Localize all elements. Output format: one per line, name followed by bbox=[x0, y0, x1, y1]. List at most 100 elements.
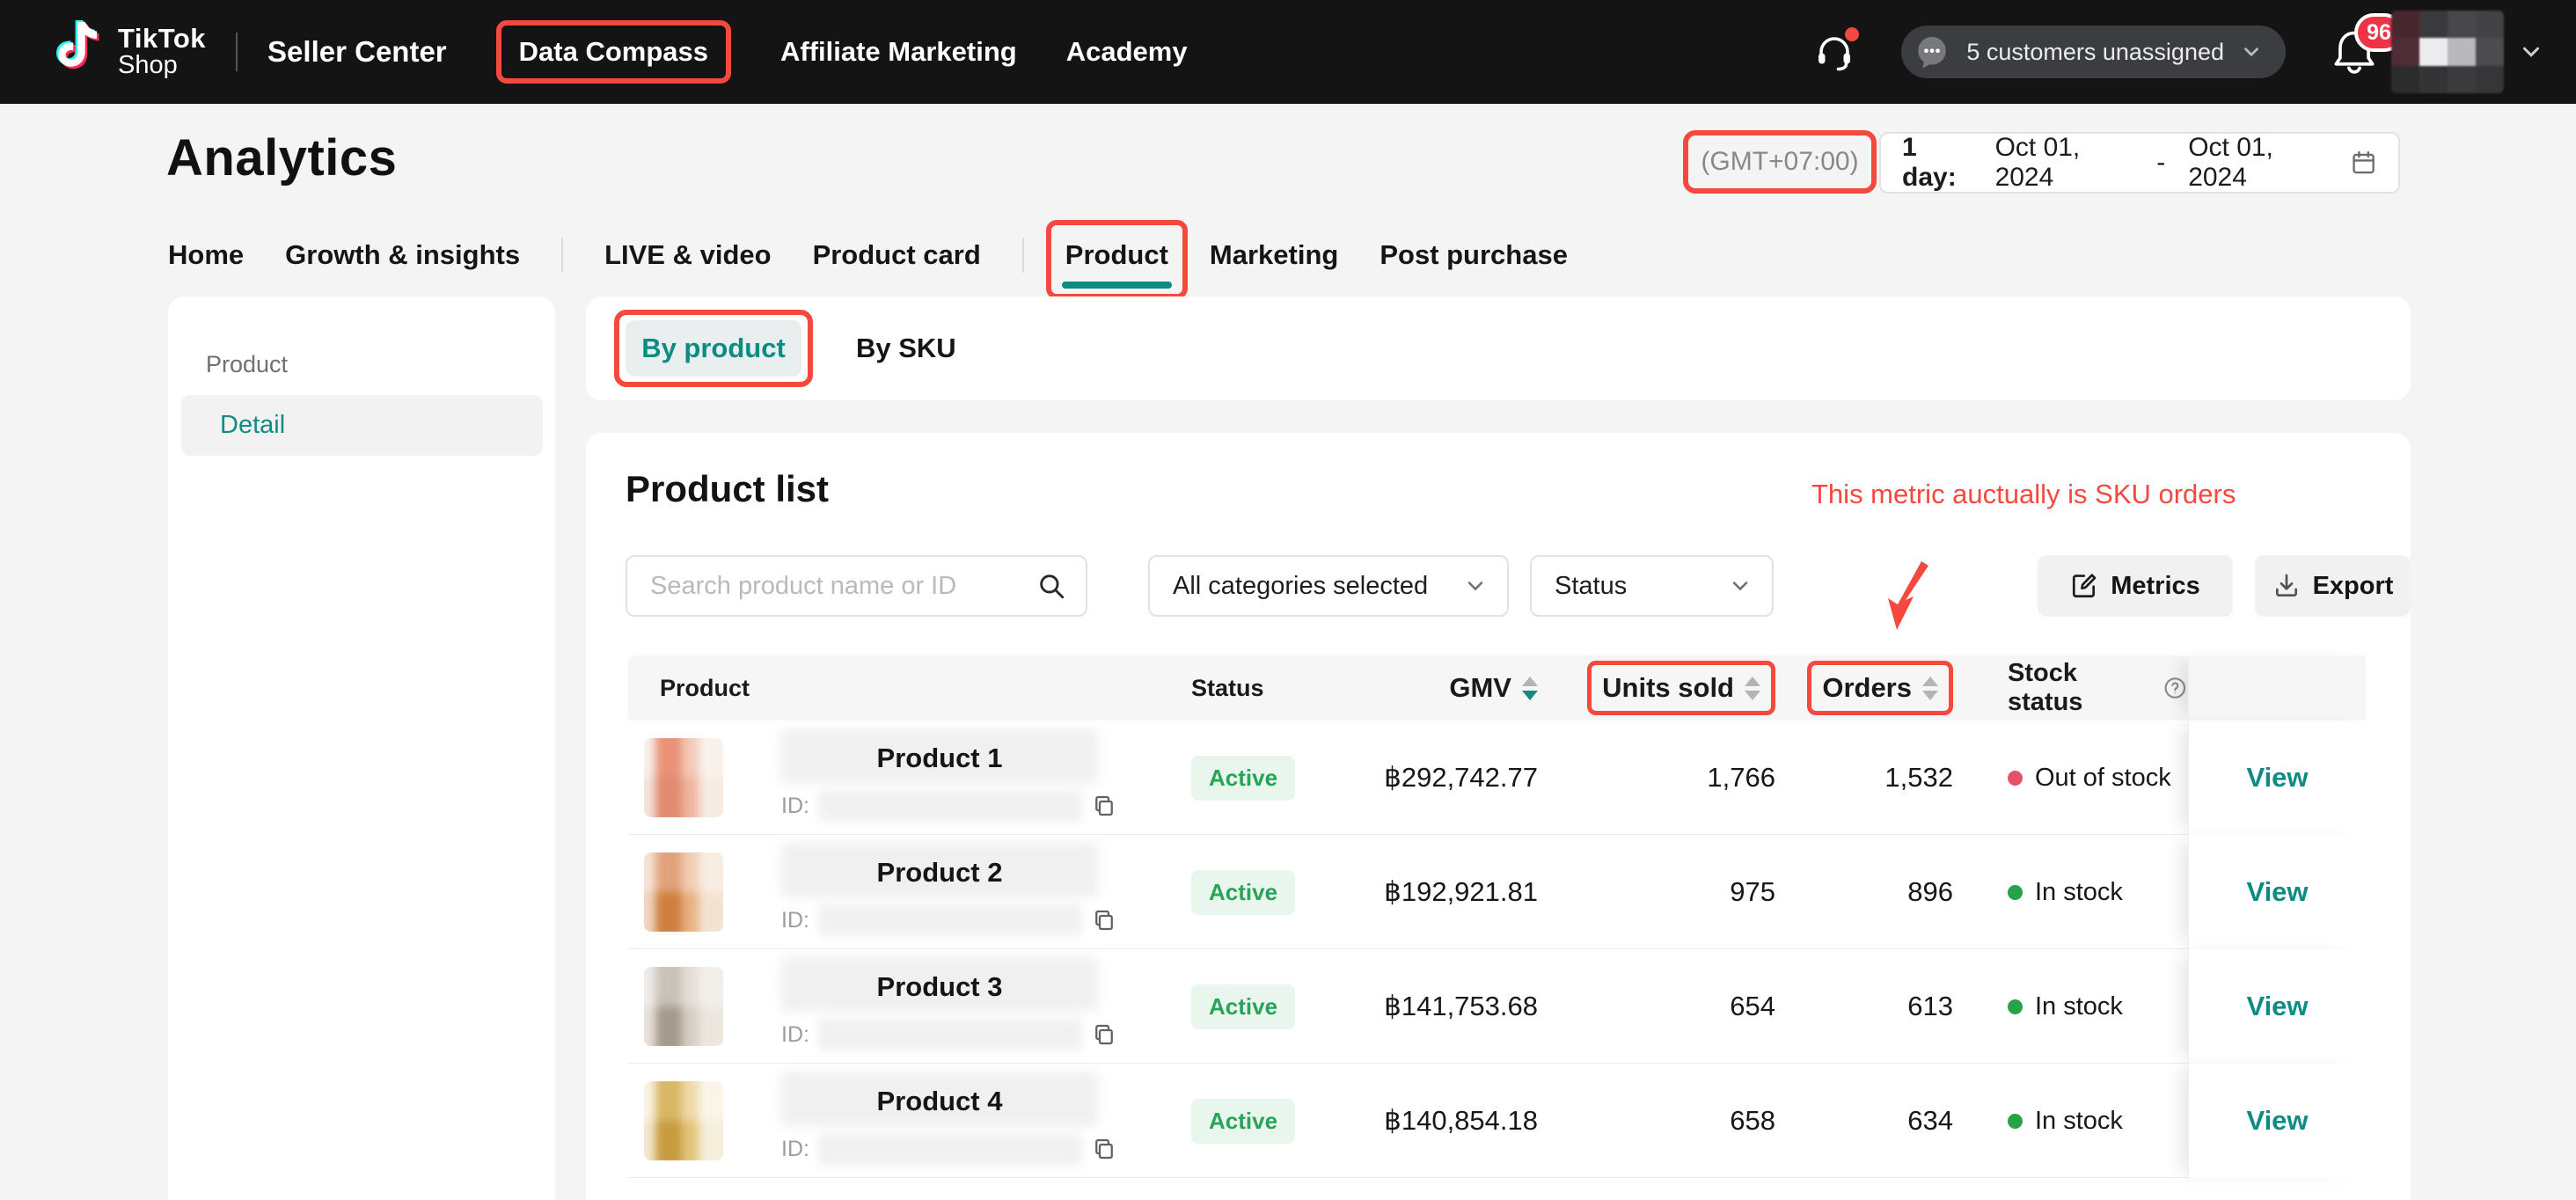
sidebar-item-detail[interactable]: Detail bbox=[181, 395, 543, 456]
status-filter-dropdown[interactable]: Status bbox=[1530, 555, 1774, 617]
gmv-value: ฿141,753.68 bbox=[1297, 991, 1543, 1022]
category-filter-value: All categories selected bbox=[1173, 572, 1428, 601]
account-chevron-down-icon[interactable] bbox=[2518, 39, 2544, 65]
view-link[interactable]: View bbox=[2246, 991, 2308, 1022]
sort-icon-units bbox=[1745, 677, 1760, 700]
col-status: Status bbox=[1191, 675, 1297, 702]
export-button[interactable]: Export bbox=[2255, 555, 2411, 617]
tab-product-card[interactable]: Product card bbox=[813, 234, 981, 276]
download-icon bbox=[2272, 572, 2301, 600]
page: TikTok Shop Seller Center Data Compass A… bbox=[0, 0, 2576, 1200]
orders-annotation-box: Orders bbox=[1807, 661, 1953, 715]
search-box[interactable] bbox=[626, 555, 1087, 617]
product-cell: Product 2 ID: bbox=[628, 848, 1191, 936]
col-orders-label: Orders bbox=[1822, 672, 1912, 704]
product-cell: Product 4 ID: bbox=[628, 1077, 1191, 1165]
notifications-bell[interactable]: 96 bbox=[2331, 27, 2377, 77]
col-gmv-label: GMV bbox=[1449, 672, 1511, 704]
tab-divider bbox=[561, 238, 563, 273]
metrics-button[interactable]: Metrics bbox=[2038, 555, 2233, 617]
chevron-down-icon bbox=[1728, 574, 1753, 598]
status-badge: Active bbox=[1191, 756, 1295, 801]
search-icon[interactable] bbox=[1036, 571, 1066, 601]
units-sold-value: 1,766 bbox=[1543, 762, 1789, 794]
support-alert-dot bbox=[1845, 27, 1859, 41]
segment-by-product[interactable]: By product bbox=[626, 320, 801, 377]
copy-id-icon[interactable] bbox=[1091, 1136, 1117, 1162]
view-link[interactable]: View bbox=[2246, 1105, 2308, 1137]
copy-id-icon[interactable] bbox=[1091, 793, 1117, 819]
product-list-title: Product list bbox=[626, 468, 829, 510]
gmv-value: ฿140,854.18 bbox=[1297, 1105, 1543, 1137]
chevron-down-icon bbox=[2240, 40, 2263, 63]
timezone-annotation-box: (GMT+07:00) bbox=[1683, 130, 1877, 194]
blurred-id bbox=[818, 904, 1082, 936]
copy-id-icon[interactable] bbox=[1091, 907, 1117, 933]
nav-item-seller-center[interactable]: Seller Center bbox=[267, 35, 447, 69]
customers-unassigned-pill[interactable]: 5 customers unassigned bbox=[1901, 26, 2286, 78]
col-orders-sortable[interactable]: Orders bbox=[1789, 661, 1958, 715]
search-input[interactable] bbox=[650, 572, 1036, 601]
status-filter-value: Status bbox=[1555, 572, 1627, 601]
id-label: ID: bbox=[781, 1022, 809, 1048]
gmv-value: ฿292,742.77 bbox=[1297, 762, 1543, 794]
copy-id-icon[interactable] bbox=[1091, 1021, 1117, 1048]
product-name: Product 1 bbox=[877, 743, 1003, 774]
stock-dot-out bbox=[2008, 771, 2023, 786]
annotation-note: This metric auctually is SKU orders bbox=[1811, 479, 2236, 510]
sidebar-item-label: Detail bbox=[220, 411, 285, 440]
metrics-button-label: Metrics bbox=[2111, 572, 2200, 601]
chevron-down-icon bbox=[1463, 574, 1488, 598]
product-list-card: Product list This metric auctually is SK… bbox=[586, 433, 2411, 1200]
units-sold-annotation-box: Units sold bbox=[1587, 661, 1775, 715]
col-units-sortable[interactable]: Units sold bbox=[1543, 661, 1789, 715]
edit-metrics-icon bbox=[2070, 572, 2098, 600]
by-product-label: By product bbox=[641, 333, 786, 364]
nav-items: Seller Center Data Compass Affiliate Mar… bbox=[267, 20, 1188, 84]
chat-bubble-icon bbox=[1914, 33, 1950, 70]
table-header-row: Product Status GMV Units sold Orders bbox=[628, 655, 2366, 721]
sort-icon-orders bbox=[1922, 677, 1938, 700]
product-cell: Product 3 ID: bbox=[628, 962, 1191, 1050]
col-action bbox=[2188, 655, 2366, 721]
category-filter-dropdown[interactable]: All categories selected bbox=[1148, 555, 1509, 617]
view-link[interactable]: View bbox=[2246, 876, 2308, 908]
brand-line1: TikTok bbox=[118, 25, 206, 53]
table-row: Product 4 ID: Active ฿140,854.18 658 634… bbox=[628, 1064, 2366, 1178]
tab-home[interactable]: Home bbox=[168, 234, 244, 276]
tab-product[interactable]: Product bbox=[1065, 234, 1168, 276]
tiktok-shop-logo[interactable]: TikTok Shop bbox=[51, 18, 206, 86]
orders-value: 634 bbox=[1789, 1105, 1958, 1137]
units-sold-value: 654 bbox=[1543, 991, 1789, 1022]
orders-value: 1,532 bbox=[1789, 762, 1958, 794]
analytics-tabs: Home Growth & insights LIVE & video Prod… bbox=[168, 218, 1568, 292]
col-gmv-sortable[interactable]: GMV bbox=[1297, 672, 1543, 704]
tab-product-label: Product bbox=[1065, 239, 1168, 270]
tab-live-video[interactable]: LIVE & video bbox=[604, 234, 771, 276]
avatar[interactable] bbox=[2391, 11, 2504, 93]
status-badge: Active bbox=[1191, 1099, 1295, 1144]
stock-status-help-icon[interactable] bbox=[2163, 675, 2188, 701]
tab-growth-insights[interactable]: Growth & insights bbox=[285, 234, 520, 276]
tab-divider bbox=[1022, 238, 1024, 273]
date-separator: - bbox=[2156, 148, 2165, 178]
nav-item-affiliate-marketing[interactable]: Affiliate Marketing bbox=[780, 36, 1017, 68]
calendar-icon bbox=[2350, 148, 2377, 178]
tab-marketing[interactable]: Marketing bbox=[1210, 234, 1338, 276]
tiktok-note-icon bbox=[51, 18, 106, 86]
timezone-label: (GMT+07:00) bbox=[1701, 147, 1858, 177]
stock-status-value: Out of stock bbox=[2035, 764, 2171, 793]
view-link[interactable]: View bbox=[2246, 762, 2308, 794]
id-label: ID: bbox=[781, 794, 809, 819]
page-title: Analytics bbox=[166, 128, 397, 187]
tab-post-purchase[interactable]: Post purchase bbox=[1379, 234, 1568, 276]
stock-dot-in bbox=[2008, 1114, 2023, 1129]
nav-item-data-compass[interactable]: Data Compass bbox=[496, 20, 731, 84]
stock-status-value: In stock bbox=[2035, 1107, 2123, 1136]
date-start: Oct 01, 2024 bbox=[1995, 133, 2134, 193]
segment-by-sku[interactable]: By SKU bbox=[856, 320, 956, 377]
nav-item-academy[interactable]: Academy bbox=[1066, 36, 1188, 68]
brand-text: TikTok Shop bbox=[118, 25, 206, 78]
date-range-picker[interactable]: 1 day: Oct 01, 2024 - Oct 01, 2024 bbox=[1879, 132, 2400, 194]
support-headset-icon[interactable] bbox=[1813, 31, 1855, 73]
